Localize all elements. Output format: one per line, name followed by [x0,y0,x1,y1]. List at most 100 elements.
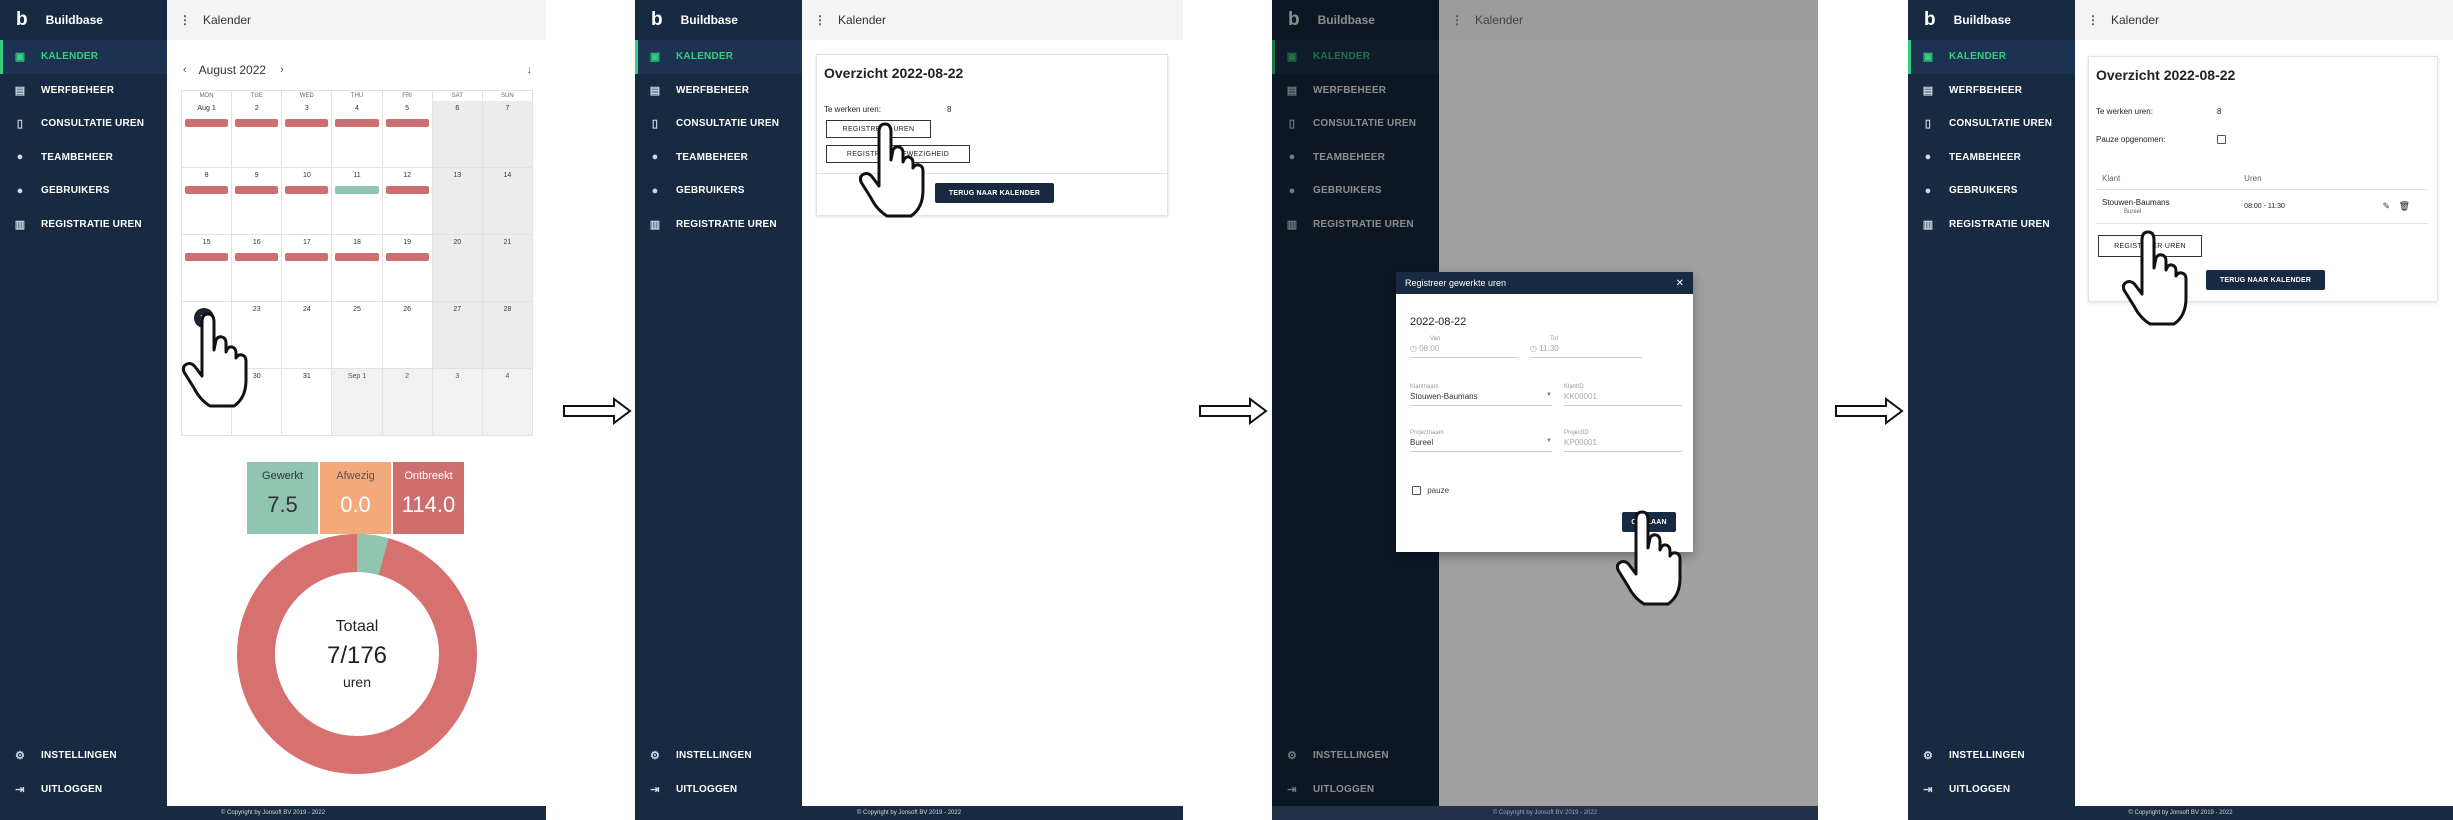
edit-icon[interactable]: ✎ [2383,201,2391,211]
back-to-calendar-button[interactable]: TERUG NAAR KALENDER [935,183,1054,203]
sidebar-item-teambeheer[interactable]: ● TEAMBEHEER [1908,141,2075,175]
sidebar-item-werfbeheer[interactable]: ▤ WERFBEHEER [1908,74,2075,108]
download-icon[interactable]: ↓ [527,64,533,76]
sidebar-item-teambeheer[interactable]: ● TEAMBEHEER [0,141,167,175]
sidebar-item-teambeheer[interactable]: ● TEAMBEHEER [1272,141,1439,175]
missing-event[interactable] [285,119,329,127]
calendar-day[interactable]: Aug 1 [182,101,233,168]
sidebar-item-registratie-uren[interactable]: ▥ REGISTRATIE UREN [1908,208,2075,242]
sidebar-item-kalender[interactable]: ▣ KALENDER [0,40,167,74]
calendar-day[interactable]: 8 [182,168,233,235]
dow-wed: WED [282,91,333,101]
absent-event[interactable] [335,186,379,194]
calendar-day[interactable]: 2 [382,369,433,436]
missing-event[interactable] [285,253,329,261]
sidebar-item-consultatie-uren[interactable]: ▯ CONSULTATIE UREN [1272,107,1439,141]
close-icon[interactable]: ✕ [1676,278,1684,289]
col-klant: Klant [2096,169,2239,190]
calendar-day[interactable]: 2 [232,101,283,168]
calendar-day[interactable]: 27 [432,302,483,369]
missing-event[interactable] [335,253,379,261]
kebab-menu-icon[interactable]: ⋮ [1451,13,1463,27]
calendar-day[interactable]: 3 [282,101,333,168]
sidebar-item-kalender[interactable]: ▣ KALENDER [1272,40,1439,74]
calendar-day[interactable]: 5 [382,101,433,168]
calendar-day[interactable]: 7 [482,101,533,168]
missing-event[interactable] [185,119,229,127]
calendar-day[interactable]: 15 [182,235,233,302]
calendar-day[interactable]: 4 [482,369,533,436]
calendar-day[interactable]: 31 [282,369,333,436]
calendar-day[interactable]: 24 [282,302,333,369]
sidebar-item-werfbeheer[interactable]: ▤ WERFBEHEER [635,74,802,108]
pause-checkbox[interactable] [2217,135,2226,144]
calendar-day[interactable]: 20 [432,235,483,302]
flow-arrow-icon [1835,397,1904,425]
calendar-day[interactable]: 14 [482,168,533,235]
sidebar-item-registratie-uren[interactable]: ▥ REGISTRATIE UREN [635,208,802,242]
missing-event[interactable] [335,119,379,127]
sidebar-item-instellingen[interactable]: ⚙ INSTELLINGEN [635,738,802,772]
sidebar-item-werfbeheer[interactable]: ▤ WERFBEHEER [1272,74,1439,108]
sidebar-item-registratie-uren[interactable]: ▥ REGISTRATIE UREN [1272,208,1439,242]
sidebar-item-uitloggen[interactable]: ⇥ UITLOGGEN [1272,772,1439,806]
calendar-day[interactable]: 16 [232,235,283,302]
sidebar-item-gebruikers[interactable]: ● GEBRUIKERS [1908,174,2075,208]
calendar-day[interactable]: Sep 1 [332,369,383,436]
missing-event[interactable] [185,186,229,194]
sidebar-item-gebruikers[interactable]: ● GEBRUIKERS [1272,174,1439,208]
app-name: Buildbase [680,13,738,27]
sidebar-item-consultatie-uren[interactable]: ▯ CONSULTATIE UREN [1908,107,2075,141]
missing-event[interactable] [185,253,229,261]
sidebar-item-uitloggen[interactable]: ⇥ UITLOGGEN [1908,772,2075,806]
delete-icon[interactable]: 🗑 [2399,201,2410,211]
missing-event[interactable] [385,253,429,261]
calendar-day[interactable]: 13 [432,168,483,235]
calendar-day[interactable]: 3 [432,369,483,436]
missing-event[interactable] [235,119,279,127]
sidebar-item-registratie-uren[interactable]: ▥ REGISTRATIE UREN [0,208,167,242]
prev-month-button[interactable]: ‹ [183,64,187,76]
sidebar-item-kalender[interactable]: ▣ KALENDER [1908,40,2075,74]
calendar-day[interactable]: 25 [332,302,383,369]
next-month-button[interactable]: › [280,64,284,76]
calendar-day[interactable]: 17 [282,235,333,302]
calendar-day[interactable]: 19 [382,235,433,302]
kebab-menu-icon[interactable]: ⋮ [179,13,191,27]
missing-event[interactable] [385,119,429,127]
kebab-menu-icon[interactable]: ⋮ [2087,13,2099,27]
from-time-field[interactable]: Van ◷ 08:00 [1410,336,1518,358]
to-time-field[interactable]: Tot ◷ 11:30 [1530,336,1642,358]
calendar-day[interactable]: 26 [382,302,433,369]
calendar-day[interactable]: 6 [432,101,483,168]
sidebar-item-werfbeheer[interactable]: ▤ WERFBEHEER [0,74,167,108]
sidebar-item-instellingen[interactable]: ⚙ INSTELLINGEN [0,738,167,772]
back-to-calendar-button[interactable]: TERUG NAAR KALENDER [2206,270,2325,290]
calendar-day[interactable]: 4 [332,101,383,168]
calendar-day[interactable]: 12 [382,168,433,235]
missing-event[interactable] [235,186,279,194]
sidebar-item-consultatie-uren[interactable]: ▯ CONSULTATIE UREN [635,107,802,141]
pause-checkbox[interactable] [1412,486,1421,496]
project-select[interactable]: Projectnaam Bureel ▼ [1410,430,1552,452]
calendar-day[interactable]: 28 [482,302,533,369]
sidebar-item-gebruikers[interactable]: ● GEBRUIKERS [635,174,802,208]
calendar-day[interactable]: 10 [282,168,333,235]
calendar-day[interactable]: 21 [482,235,533,302]
calendar-day[interactable]: 18 [332,235,383,302]
sidebar-item-teambeheer[interactable]: ● TEAMBEHEER [635,141,802,175]
calendar-day[interactable]: 9 [232,168,283,235]
missing-event[interactable] [385,186,429,194]
sidebar-item-uitloggen[interactable]: ⇥ UITLOGGEN [635,772,802,806]
sidebar-item-kalender[interactable]: ▣ KALENDER [635,40,802,74]
missing-event[interactable] [285,186,329,194]
missing-event[interactable] [235,253,279,261]
sidebar-item-consultatie-uren[interactable]: ▯ CONSULTATIE UREN [0,107,167,141]
sidebar-item-instellingen[interactable]: ⚙ INSTELLINGEN [1272,738,1439,772]
sidebar-item-uitloggen[interactable]: ⇥ UITLOGGEN [0,772,167,806]
calendar-day[interactable]: 11 [332,168,383,235]
sidebar-item-instellingen[interactable]: ⚙ INSTELLINGEN [1908,738,2075,772]
client-select[interactable]: Klantnaam Stouwen-Baumans ▼ [1410,384,1552,406]
kebab-menu-icon[interactable]: ⋮ [814,13,826,27]
sidebar-item-gebruikers[interactable]: ● GEBRUIKERS [0,174,167,208]
